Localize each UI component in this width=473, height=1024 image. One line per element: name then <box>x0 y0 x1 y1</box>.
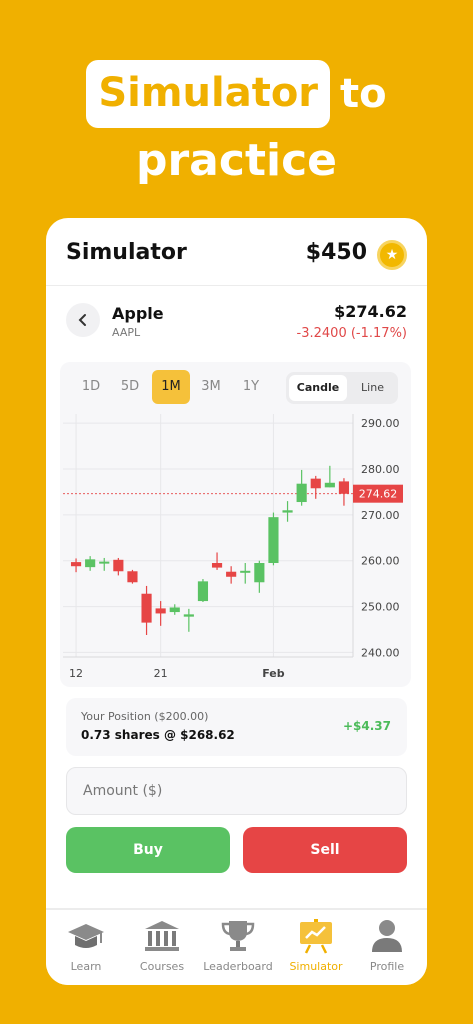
candle-body <box>226 571 237 577</box>
stock-ticker: AAPL <box>112 326 141 339</box>
headline-highlight: Simulator <box>86 60 331 128</box>
candle-mode-button[interactable]: Candle <box>289 375 347 401</box>
candle-body <box>155 608 166 614</box>
candle-body <box>254 563 265 583</box>
headline-line-1: Simulator to <box>0 60 473 128</box>
stock-name: Apple <box>112 304 164 323</box>
stock-change: -3.2400 (-1.17%) <box>296 326 407 341</box>
candle-body <box>268 517 279 564</box>
line-mode-button[interactable]: Line <box>350 375 395 401</box>
y-tick-label: 250.00 <box>361 601 400 614</box>
balance-amount: $450 <box>305 240 367 265</box>
bank-icon <box>145 921 179 951</box>
candle-body <box>296 483 307 503</box>
chevron-left-icon <box>78 314 86 326</box>
graduation-cap-icon <box>68 924 104 948</box>
candle-body <box>85 559 96 568</box>
tab-learn[interactable]: Learn <box>48 918 124 980</box>
tab-label: Leaderboard <box>203 960 273 973</box>
position-gain: +$4.37 <box>342 719 391 733</box>
candlestick-chart[interactable]: 290.00 280.00 270.00 260.00 250.00 240.00 12 21… <box>60 412 411 682</box>
timeframe-1y[interactable]: 1Y <box>232 370 270 404</box>
card-header: Simulator $450 ★ <box>46 218 427 286</box>
x-tick-label: 12 <box>69 667 83 680</box>
timeframe-1m[interactable]: 1M <box>152 370 190 404</box>
candle-body <box>99 561 110 564</box>
bottom-tab-bar: Learn Courses Leaderboard Simulator Prof… <box>46 908 427 985</box>
stock-header: Apple AAPL $274.62 -3.2400 (-1.17%) <box>46 296 427 356</box>
chart-panel: 1D 5D 1M 3M 1Y Candle Line 290.00 280.00 2… <box>60 362 411 687</box>
buy-button[interactable]: Buy <box>66 827 230 873</box>
chart-board-icon <box>300 919 332 954</box>
timeframe-3m[interactable]: 3M <box>192 370 230 404</box>
tab-label: Courses <box>139 960 185 973</box>
headline-line-2: practice <box>135 135 337 186</box>
y-tick-label: 290.00 <box>361 417 400 430</box>
position-summary: Your Position ($200.00) 0.73 shares @ $2… <box>66 698 407 756</box>
candle-body <box>338 481 350 494</box>
x-tick-label: Feb <box>262 667 285 680</box>
stock-price: $274.62 <box>334 302 407 321</box>
tab-label: Simulator <box>289 960 343 973</box>
candle-body <box>324 482 335 488</box>
tab-leaderboard[interactable]: Leaderboard <box>200 918 276 980</box>
position-label: Your Position ($200.00) <box>81 710 209 723</box>
y-tick-label: 260.00 <box>361 555 400 568</box>
sell-button[interactable]: Sell <box>243 827 407 873</box>
tab-simulator[interactable]: Simulator <box>278 918 354 980</box>
y-tick-label: 240.00 <box>361 646 400 659</box>
candle-body <box>183 614 194 617</box>
coin-star-icon: ★ <box>377 240 407 270</box>
timeframe-1d[interactable]: 1D <box>72 370 110 404</box>
candle-body <box>113 559 124 572</box>
y-tick-label: 270.00 <box>361 509 400 522</box>
candle-body <box>240 570 251 573</box>
y-tick-label: 280.00 <box>361 463 400 476</box>
position-shares: 0.73 shares @ $268.62 <box>81 728 235 742</box>
tab-courses[interactable]: Courses <box>124 918 200 980</box>
back-button[interactable] <box>66 303 100 337</box>
candle-body <box>310 478 321 489</box>
candle-body <box>127 571 138 583</box>
x-tick-label: 21 <box>154 667 168 680</box>
amount-input[interactable] <box>66 767 407 815</box>
timeframe-5d[interactable]: 5D <box>111 370 149 404</box>
simulator-card: Simulator $450 ★ Apple AAPL $274.62 -3.2… <box>46 218 427 985</box>
candle-body <box>169 607 180 613</box>
candle-body <box>282 510 293 513</box>
user-icon <box>372 920 402 952</box>
candle-body <box>197 581 209 602</box>
candle-body <box>141 593 152 623</box>
tab-profile[interactable]: Profile <box>349 918 425 980</box>
tab-label: Learn <box>70 960 102 973</box>
current-price-label: 274.62 <box>359 488 398 501</box>
trophy-icon <box>221 921 255 951</box>
timeframe-bar: 1D 5D 1M 3M 1Y Candle Line <box>60 370 411 406</box>
headline-text: to <box>340 71 387 117</box>
chart-mode-toggle: Candle Line <box>286 372 398 404</box>
page-title: Simulator <box>66 240 187 265</box>
candle-body <box>70 562 82 567</box>
tab-label: Profile <box>369 960 405 973</box>
candle-body <box>211 563 223 568</box>
